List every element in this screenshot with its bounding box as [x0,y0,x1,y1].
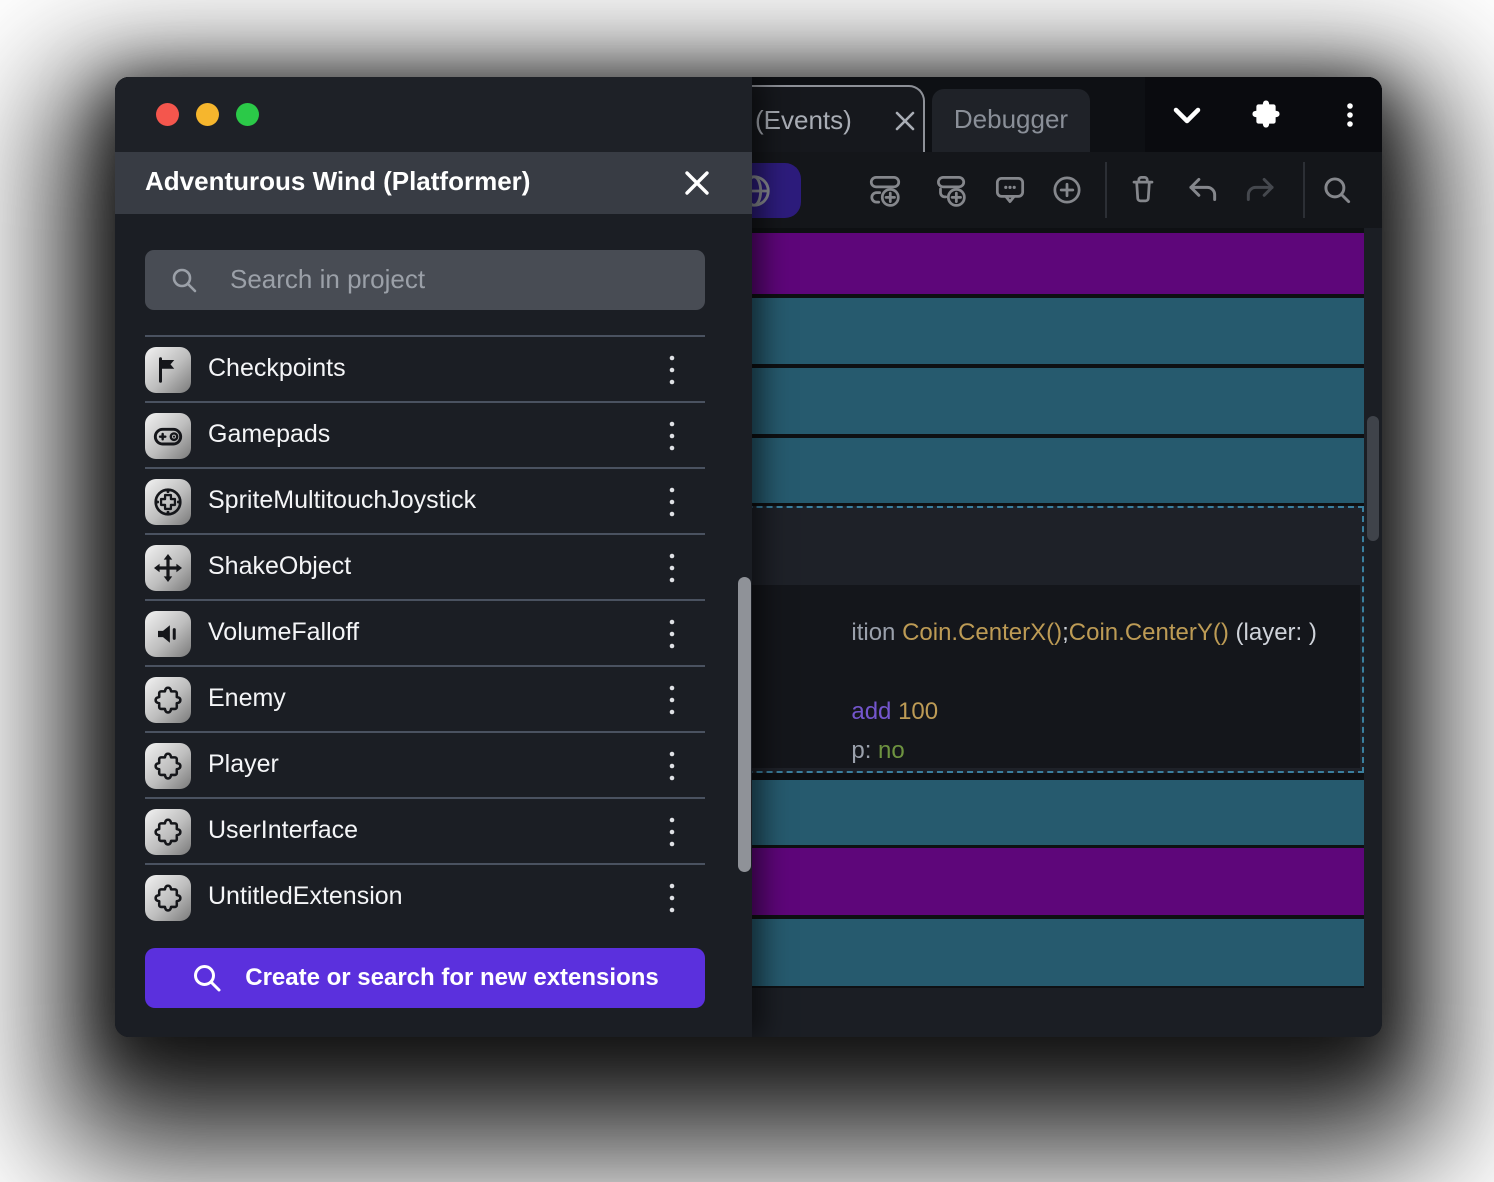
toolbar-divider [1105,162,1107,218]
project-manager-drawer: Adventurous Wind (Platformer) Search in … [115,77,752,1037]
search-icon [169,265,199,295]
tab-debugger[interactable]: Debugger [932,89,1090,152]
extensions-list: Checkpoints Gamepads [145,335,705,929]
drawer-header: Adventurous Wind (Platformer) [115,152,752,214]
flag-icon [153,355,183,385]
search-events-icon[interactable] [1318,171,1356,209]
puzzle-icon [152,816,184,848]
drawer-scrollbar-thumb[interactable] [738,577,751,872]
item-menu-icon[interactable] [661,547,683,589]
item-menu-icon[interactable] [661,415,683,457]
add-event-icon[interactable] [866,171,904,209]
list-item-untitledextension[interactable]: UntitledExtension [145,863,705,929]
list-item-volumefalloff[interactable]: VolumeFalloff [145,599,705,665]
chevron-down-icon[interactable] [1169,98,1205,134]
item-menu-icon[interactable] [661,745,683,787]
window-menu-area [1145,77,1382,152]
list-item-shakeobject[interactable]: ShakeObject [145,533,705,599]
macos-titlebar [115,77,752,152]
puzzle-icon [152,684,184,716]
search-icon [191,962,223,994]
minimize-window-button[interactable] [196,103,219,126]
joystick-icon [152,486,184,518]
item-menu-icon[interactable] [661,679,683,721]
item-menu-icon[interactable] [661,481,683,523]
add-comment-icon[interactable] [991,171,1029,209]
kebab-menu-icon[interactable] [1333,98,1367,132]
puzzle-extensions-icon[interactable] [1249,98,1283,132]
close-window-button[interactable] [156,103,179,126]
puzzle-icon [152,882,184,914]
gamepad-icon [152,420,184,452]
project-title: Adventurous Wind (Platformer) [145,166,530,197]
puzzle-icon [152,750,184,782]
tab-debugger-label: Debugger [932,89,1090,149]
create-extension-button[interactable]: Create or search for new extensions [145,948,705,1008]
undo-icon[interactable] [1183,171,1221,209]
close-drawer-icon[interactable] [683,169,711,197]
item-menu-icon[interactable] [661,613,683,655]
list-item-player[interactable]: Player [145,731,705,797]
speaker-icon [153,619,183,649]
zoom-window-button[interactable] [236,103,259,126]
toolbar-divider [1303,162,1305,218]
app-window: (Events) Debugger [115,77,1382,1037]
list-item-gamepads[interactable]: Gamepads [145,401,705,467]
delete-trash-icon[interactable] [1124,171,1162,209]
item-menu-icon[interactable] [661,811,683,853]
search-placeholder: Search in project [230,264,425,295]
item-menu-icon[interactable] [661,349,683,391]
redo-icon[interactable] [1242,171,1280,209]
tab-close-icon[interactable] [893,109,917,133]
move-arrows-icon [152,552,184,584]
event-condition-text: ition Coin.CenterX();Coin.CenterY() (lay… [758,591,1317,675]
list-item-userinterface[interactable]: UserInterface [145,797,705,863]
add-plus-icon[interactable] [1048,171,1086,209]
list-item-enemy[interactable]: Enemy [145,665,705,731]
list-item-spritemultitouchjoystick[interactable]: SpriteMultitouchJoystick [145,467,705,533]
tab-events-label: (Events) [755,105,852,136]
events-scrollbar-thumb[interactable] [1367,416,1379,541]
item-menu-icon[interactable] [661,877,683,919]
create-extension-label: Create or search for new extensions [245,964,658,992]
add-subevent-icon[interactable] [931,171,969,209]
list-item-checkpoints[interactable]: Checkpoints [145,335,705,401]
project-search-input[interactable]: Search in project [145,250,705,310]
